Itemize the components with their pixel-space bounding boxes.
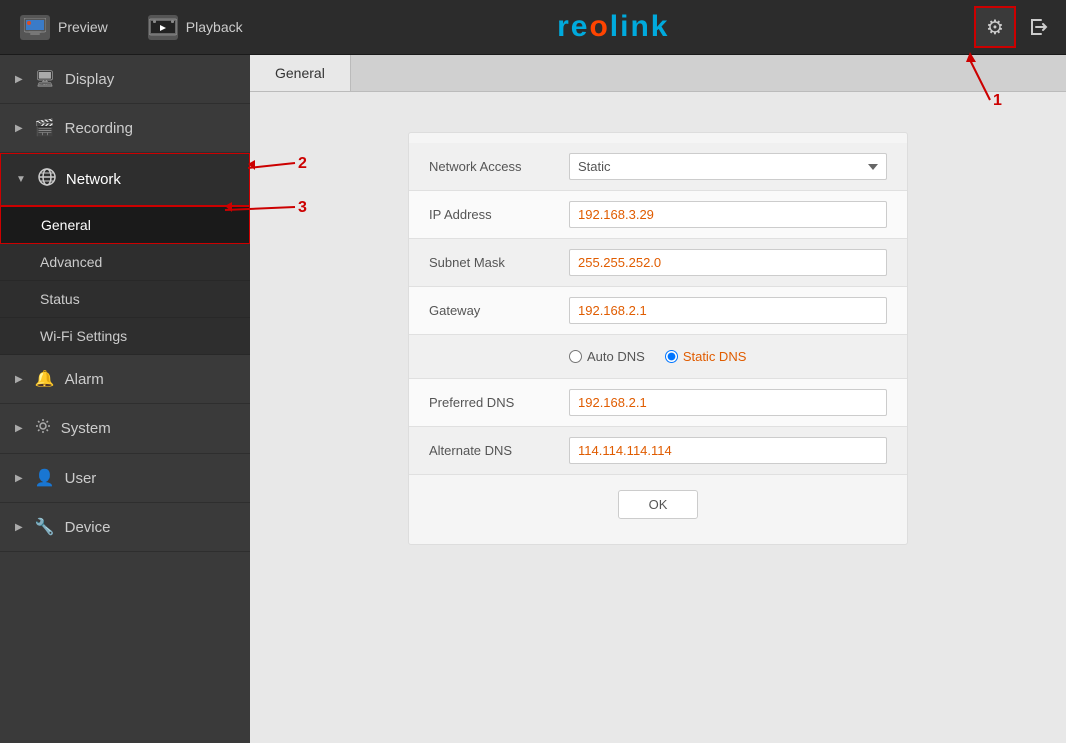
alarm-icon: 🔔 [35,369,55,389]
gateway-label: Gateway [429,303,569,318]
sidebar-item-label: Alarm [65,371,104,388]
display-icon: 🖥 [35,69,55,89]
subnet-mask-row: Subnet Mask [409,239,907,287]
sub-label: Wi-Fi Settings [40,328,127,344]
preferred-dns-row: Preferred DNS [409,379,907,427]
sidebar-sub-advanced[interactable]: Advanced [0,244,250,281]
auto-dns-radio[interactable] [569,350,582,363]
alternate-dns-label: Alternate DNS [429,443,569,458]
network-access-select[interactable]: DHCP Static PPPoE [569,153,887,180]
sidebar-item-network[interactable]: ▼ Network [0,153,250,206]
ok-button[interactable]: OK [618,490,699,519]
preview-label: Preview [58,19,108,35]
static-dns-text: Static DNS [683,349,747,364]
gateway-row: Gateway [409,287,907,335]
static-dns-label[interactable]: Static DNS [665,349,747,364]
network-access-label: Network Access [429,159,569,174]
sidebar-item-label: Recording [65,120,133,137]
device-icon: 🔧 [35,517,55,537]
playback-label: Playback [186,19,243,35]
arrow-icon: ▶ [15,473,23,484]
playback-nav[interactable]: Playback [138,10,253,45]
sidebar-item-display[interactable]: ▶ 🖥 Display [0,55,250,104]
auto-dns-label[interactable]: Auto DNS [569,349,645,364]
alternate-dns-input[interactable] [569,437,887,464]
sidebar-item-recording[interactable]: ▶ 🎬 Recording [0,104,250,153]
arrow-icon: ▶ [15,522,23,533]
alternate-dns-row: Alternate DNS [409,427,907,475]
subnet-mask-label: Subnet Mask [429,255,569,270]
btn-row: OK [409,475,907,534]
recording-icon: 🎬 [35,118,55,138]
logo-text: reolink [557,10,669,44]
preferred-dns-input[interactable] [569,389,887,416]
logo: reolink [253,10,974,44]
gateway-input[interactable] [569,297,887,324]
ip-address-row: IP Address [409,191,907,239]
tab-general[interactable]: General [250,55,351,91]
settings-button[interactable]: ⚙ [974,6,1016,48]
main-layout: ▶ 🖥 Display ▶ 🎬 Recording ▼ [0,55,1066,743]
network-icon [38,168,56,191]
arrow-icon: ▶ [15,374,23,385]
preferred-dns-label: Preferred DNS [429,395,569,410]
sidebar-item-label: Device [65,519,111,536]
header-left: Preview Playback [10,10,253,45]
sidebar-item-label: Network [66,171,121,188]
content-area: General Network Access DHCP Static PPPoE [250,55,1066,743]
arrow-icon: ▶ [15,123,23,134]
auto-dns-text: Auto DNS [587,349,645,364]
sidebar-sub-status[interactable]: Status [0,281,250,318]
user-icon: 👤 [35,468,55,488]
preview-nav[interactable]: Preview [10,10,118,45]
sub-label: General [41,217,91,233]
ip-address-input[interactable] [569,201,887,228]
preview-icon [20,15,50,40]
arrow-icon: ▶ [15,74,23,85]
header-right: ⚙ [974,6,1056,48]
sidebar-sub-general[interactable]: General [0,206,250,244]
sub-label: Advanced [40,254,102,270]
sidebar-item-alarm[interactable]: ▶ 🔔 Alarm [0,355,250,404]
system-icon [35,418,51,439]
tab-label: General [275,65,325,81]
tab-bar: General [250,55,1066,92]
sidebar-item-label: System [61,420,111,437]
ip-address-label: IP Address [429,207,569,222]
sub-label: Status [40,291,80,307]
network-access-row: Network Access DHCP Static PPPoE [409,143,907,191]
arrow-icon: ▼ [16,174,26,185]
content-body: Network Access DHCP Static PPPoE IP Addr… [250,92,1066,743]
arrow-icon: ▶ [15,423,23,434]
sidebar-item-system[interactable]: ▶ System [0,404,250,454]
exit-button[interactable] [1021,6,1056,48]
sidebar-item-label: User [65,470,97,487]
sidebar-sub-wifi[interactable]: Wi-Fi Settings [0,318,250,355]
dns-toggle-row: Auto DNS Static DNS [409,335,907,379]
sidebar: ▶ 🖥 Display ▶ 🎬 Recording ▼ [0,55,250,743]
network-submenu: General Advanced Status Wi-Fi Settings [0,206,250,355]
exit-icon [1028,16,1050,38]
form-card: Network Access DHCP Static PPPoE IP Addr… [408,132,908,545]
sidebar-item-label: Display [65,71,114,88]
sidebar-item-device[interactable]: ▶ 🔧 Device [0,503,250,552]
sidebar-item-user[interactable]: ▶ 👤 User [0,454,250,503]
subnet-mask-input[interactable] [569,249,887,276]
playback-icon [148,15,178,40]
header: Preview Playback reolink ⚙ [0,0,1066,55]
dns-row: Auto DNS Static DNS [569,349,746,364]
static-dns-radio[interactable] [665,350,678,363]
